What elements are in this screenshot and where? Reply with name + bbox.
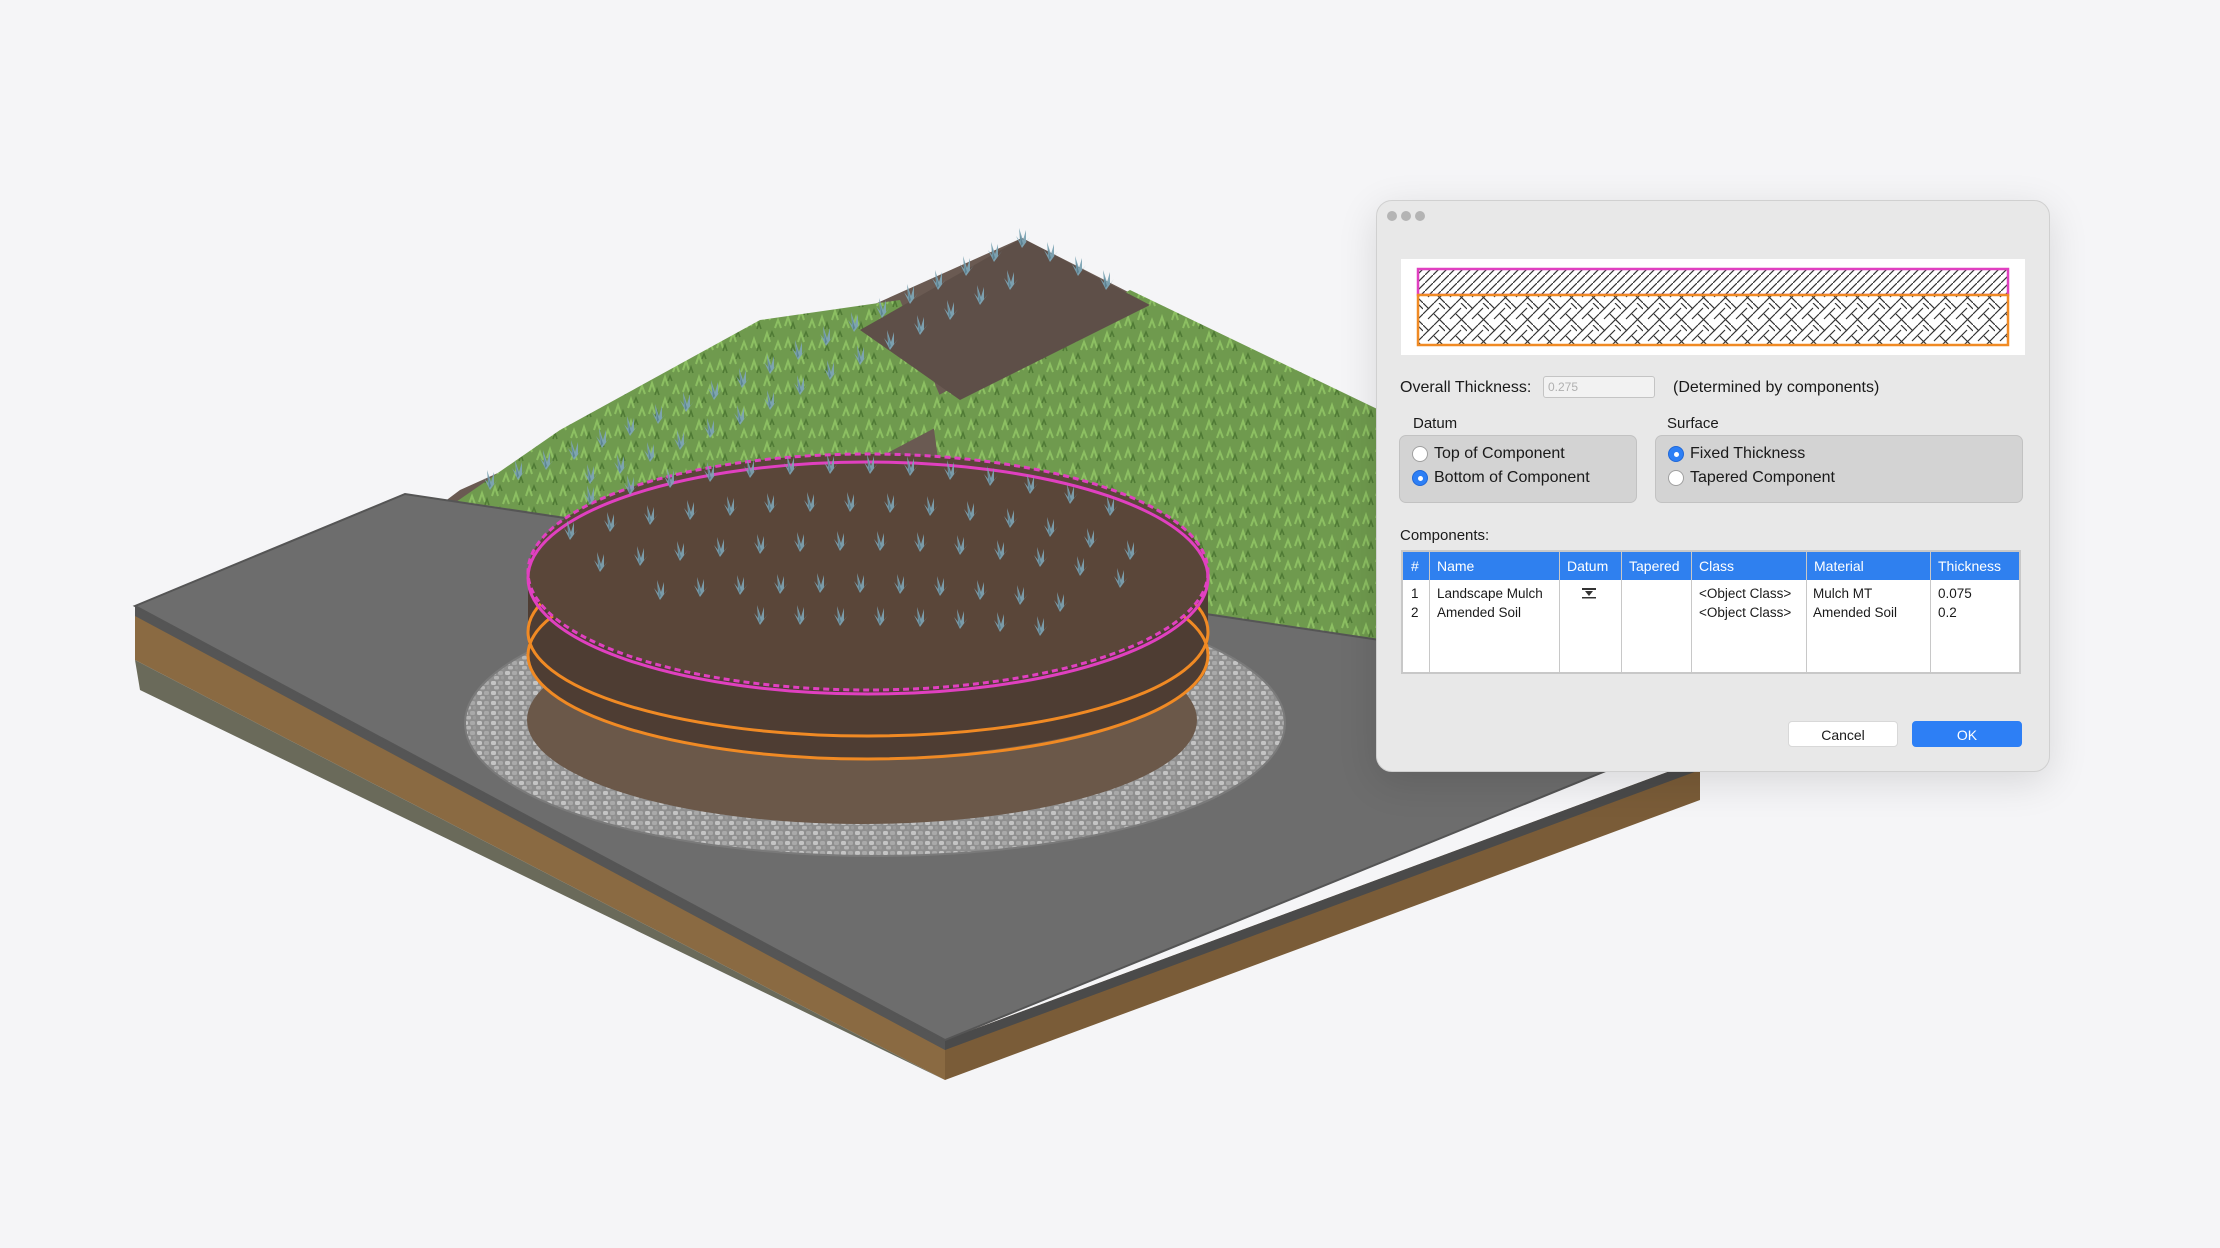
- col-header-datum[interactable]: Datum: [1559, 552, 1621, 580]
- cancel-button[interactable]: Cancel: [1788, 721, 1898, 747]
- radio-bottom-of-component[interactable]: [1412, 470, 1428, 486]
- datum-bottom-label: Bottom of Component: [1434, 469, 1590, 486]
- component-settings-dialog: Overall Thickness: (Determined by compon…: [1376, 200, 2050, 772]
- row-thickness: 0.075: [1938, 586, 1972, 601]
- col-divider: [1806, 552, 1807, 672]
- datum-top-option[interactable]: Top of Component: [1412, 444, 1565, 464]
- col-divider: [1691, 552, 1692, 672]
- datum-radio-group: Top of Component Bottom of Component: [1399, 435, 1637, 503]
- surface-fixed-option[interactable]: Fixed Thickness: [1668, 444, 1805, 464]
- row-class: <Object Class>: [1699, 605, 1792, 620]
- ok-button[interactable]: OK: [1912, 721, 2022, 747]
- col-header-material[interactable]: Material: [1806, 552, 1930, 580]
- row-class: <Object Class>: [1699, 586, 1792, 601]
- col-header-class[interactable]: Class: [1691, 552, 1806, 580]
- datum-marker-icon: [1581, 587, 1597, 602]
- overall-thickness-label: Overall Thickness:: [1400, 379, 1532, 396]
- radio-top-of-component[interactable]: [1412, 446, 1428, 462]
- window-control-zoom[interactable]: [1415, 211, 1425, 221]
- surface-fixed-label: Fixed Thickness: [1690, 445, 1806, 462]
- col-header-num[interactable]: #: [1403, 552, 1429, 580]
- row-name: Landscape Mulch: [1437, 586, 1543, 601]
- row-num: 1: [1411, 586, 1419, 601]
- datum-top-label: Top of Component: [1434, 445, 1565, 462]
- row-material: Mulch MT: [1813, 586, 1873, 601]
- components-label: Components:: [1400, 527, 1490, 544]
- determined-note: (Determined by components): [1673, 379, 1880, 396]
- col-header-tapered[interactable]: Tapered: [1621, 552, 1691, 580]
- row-material: Amended Soil: [1813, 605, 1898, 620]
- component-section-preview: [1401, 259, 2025, 355]
- window-control-minimize[interactable]: [1401, 211, 1411, 221]
- surface-radio-group: Fixed Thickness Tapered Component: [1655, 435, 2023, 503]
- row-num: 2: [1411, 605, 1419, 620]
- components-table: # Name Datum Tapered Class Material Thic…: [1401, 550, 2021, 674]
- datum-group-title: Datum: [1413, 415, 1458, 432]
- overall-thickness-field[interactable]: [1543, 376, 1655, 398]
- col-header-thickness[interactable]: Thickness: [1930, 552, 2019, 580]
- col-divider: [1429, 552, 1430, 672]
- surface-tapered-label: Tapered Component: [1690, 469, 1835, 486]
- row-name: Amended Soil: [1437, 605, 1522, 620]
- window-control-close[interactable]: [1387, 211, 1397, 221]
- radio-tapered-component[interactable]: [1668, 470, 1684, 486]
- col-divider: [1930, 552, 1931, 672]
- datum-bottom-option[interactable]: Bottom of Component: [1412, 468, 1590, 488]
- radio-fixed-thickness[interactable]: [1668, 446, 1684, 462]
- surface-group-title: Surface: [1667, 415, 1719, 432]
- col-header-name[interactable]: Name: [1429, 552, 1559, 580]
- surface-tapered-option[interactable]: Tapered Component: [1668, 468, 1835, 488]
- col-divider: [1621, 552, 1622, 672]
- col-divider: [1559, 552, 1560, 672]
- row-thickness: 0.2: [1938, 605, 1957, 620]
